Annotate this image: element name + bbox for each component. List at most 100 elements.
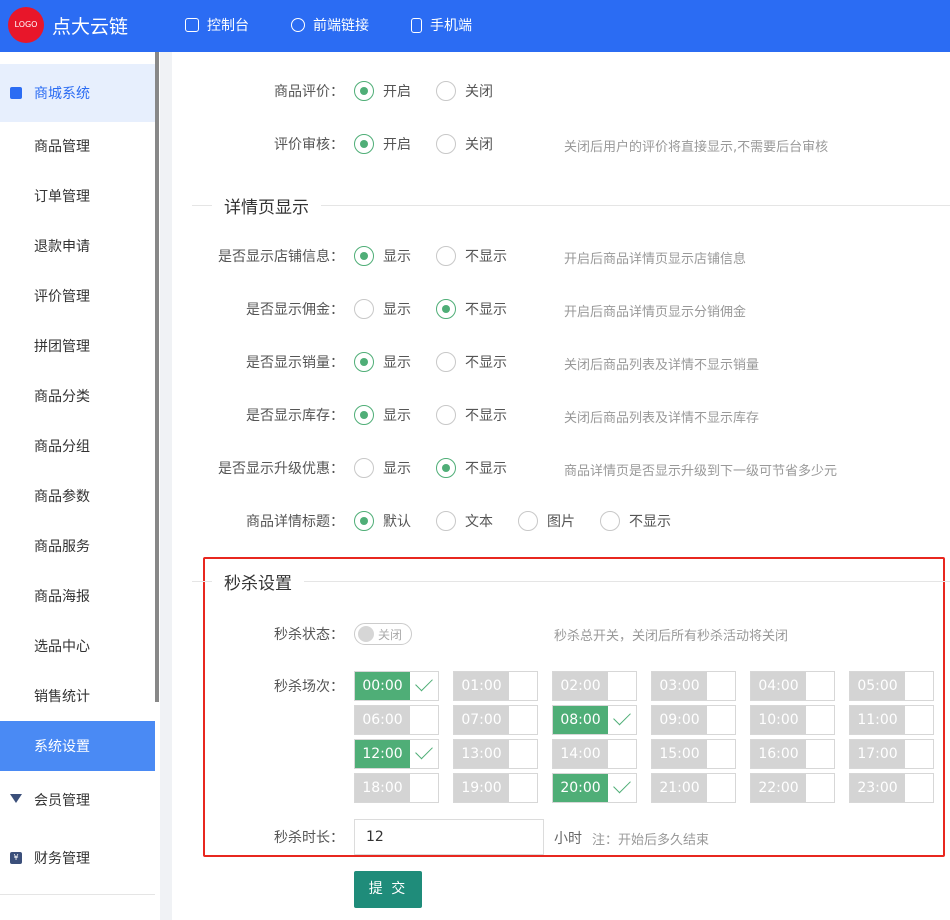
radio-option[interactable]: 关闭 [436,81,493,101]
radio-circle-icon [354,299,374,319]
nav-frontend-link[interactable]: 前端链接 [291,15,369,35]
nav-mobile[interactable]: 手机端 [411,15,472,35]
time-slot[interactable]: 09:00 [651,705,736,735]
time-slot[interactable]: 23:00 [849,773,934,803]
sidebar-item[interactable]: 商品管理 [0,121,155,171]
time-slot[interactable]: 19:00 [453,773,538,803]
shopping-bag-icon [10,87,22,99]
radio-option[interactable]: 显示 [354,246,411,266]
time-slot[interactable]: 03:00 [651,671,736,701]
time-slot-label: 07:00 [454,706,509,734]
row-hint: 关闭后商品列表及详情不显示库存 [564,411,760,426]
time-slot[interactable]: 14:00 [552,739,637,769]
time-slot-label: 12:00 [355,740,410,768]
seckill-duration-input[interactable]: 12 [354,819,544,855]
time-slot[interactable]: 13:00 [453,739,538,769]
radio-option[interactable]: 文本 [436,511,493,531]
sidebar-scrollbar[interactable] [155,52,159,702]
row-label: 是否显示佣金： [246,302,344,318]
radio-option[interactable]: 默认 [354,511,411,531]
seckill-status-switch[interactable]: 关闭 [354,623,412,645]
time-slot[interactable]: 15:00 [651,739,736,769]
sidebar-item-label: 商品服务 [34,539,90,555]
switch-knob [358,626,374,642]
time-slot[interactable]: 10:00 [750,705,835,735]
time-slot[interactable]: 02:00 [552,671,637,701]
radio-option[interactable]: 显示 [354,405,411,425]
checkmark-icon [613,707,631,726]
time-slot[interactable]: 22:00 [750,773,835,803]
radio-option[interactable]: 显示 [354,458,411,478]
radio-option[interactable]: 开启 [354,134,411,154]
radio-option[interactable]: 显示 [354,352,411,372]
sidebar-item[interactable]: 销售统计 [0,671,155,721]
time-slot[interactable]: 04:00 [750,671,835,701]
sidebar-item[interactable]: 订单管理 [0,171,155,221]
row-label: 评价审核： [274,137,344,153]
sidebar-group-finance[interactable]: ¥ 财务管理 [0,833,155,883]
logo[interactable]: LOGO [8,7,44,43]
time-slot[interactable]: 18:00 [354,773,439,803]
time-slot[interactable]: 17:00 [849,739,934,769]
nav-mobile-label: 手机端 [430,18,472,34]
sidebar-item[interactable]: 系统设置 [0,721,155,771]
time-slot[interactable]: 05:00 [849,671,934,701]
time-slot-label: 15:00 [652,740,707,768]
time-slot[interactable]: 21:00 [651,773,736,803]
radio-circle-icon [354,405,374,425]
time-slot-label: 19:00 [454,774,509,802]
dashboard-icon [185,18,199,32]
radio-option[interactable]: 显示 [354,299,411,319]
radio-label: 不显示 [465,461,507,477]
sidebar-item[interactable]: 退款申请 [0,221,155,271]
radio-circle-icon [518,511,538,531]
sidebar-item-label: 商品海报 [34,589,90,605]
radio-row: 是否显示店铺信息： 显示 不显示 开启后商品详情页显示店铺信息 [172,241,950,271]
time-slot[interactable]: 16:00 [750,739,835,769]
sidebar-item[interactable]: 商品服务 [0,521,155,571]
radio-label: 文本 [465,514,493,530]
radio-option[interactable]: 不显示 [436,246,507,266]
radio-circle-icon [354,352,374,372]
sidebar-item[interactable]: 商品参数 [0,471,155,521]
duration-note: 注：开始后多久结束 [592,833,710,848]
sidebar-item-label: 商品管理 [34,139,90,155]
sidebar-item[interactable]: 评价管理 [0,271,155,321]
radio-option[interactable]: 不显示 [436,352,507,372]
radio-label: 默认 [383,514,411,530]
time-slot[interactable]: 07:00 [453,705,538,735]
time-slot[interactable]: 20:00 [552,773,637,803]
sidebar-item[interactable]: 选品中心 [0,621,155,671]
radio-option[interactable]: 图片 [518,511,575,531]
radio-option[interactable]: 不显示 [436,405,507,425]
sidebar-item[interactable]: 商品分类 [0,371,155,421]
time-slot[interactable]: 00:00 [354,671,439,701]
sidebar-item-label: 拼团管理 [34,339,90,355]
nav-dashboard[interactable]: 控制台 [185,15,249,35]
sidebar-item[interactable]: 商品分组 [0,421,155,471]
time-slot-label: 21:00 [652,774,707,802]
row-label: 商品评价： [274,84,344,100]
time-slot[interactable]: 11:00 [849,705,934,735]
time-slot[interactable]: 08:00 [552,705,637,735]
radio-option[interactable]: 不显示 [436,458,507,478]
sidebar-group-member[interactable]: 会员管理 [0,775,155,825]
top-header: LOGO 点大云链 控制台 前端链接 手机端 [0,0,950,52]
time-slot[interactable]: 01:00 [453,671,538,701]
time-slot[interactable]: 06:00 [354,705,439,735]
radio-option[interactable]: 开启 [354,81,411,101]
sidebar-item[interactable]: 商品海报 [0,571,155,621]
radio-circle-icon [436,299,456,319]
time-slot-label: 09:00 [652,706,707,734]
radio-option[interactable]: 关闭 [436,134,493,154]
sidebar-item[interactable]: 拼团管理 [0,321,155,371]
sidebar-group-mall[interactable]: 商城系统 [0,64,155,122]
radio-label: 开启 [383,84,411,100]
radio-option[interactable]: 不显示 [600,511,671,531]
submit-button[interactable]: 提 交 [354,871,422,908]
checkmark-icon [415,673,433,692]
radio-circle-icon [600,511,620,531]
time-slot[interactable]: 12:00 [354,739,439,769]
radio-option[interactable]: 不显示 [436,299,507,319]
seckill-status-hint: 秒杀总开关，关闭后所有秒杀活动将关闭 [554,629,789,644]
